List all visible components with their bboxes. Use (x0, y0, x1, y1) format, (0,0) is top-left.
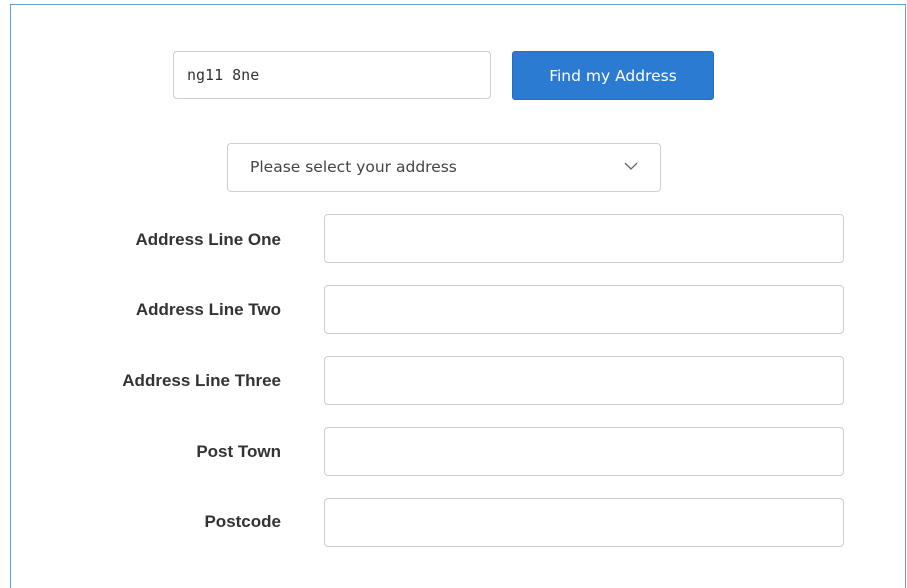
postcode-search-input[interactable] (173, 51, 491, 99)
address-line-one-label: Address Line One (135, 230, 281, 249)
address-line-three-input[interactable] (324, 356, 844, 405)
chevron-down-icon (624, 162, 638, 170)
address-line-two-input[interactable] (324, 285, 844, 334)
find-address-button[interactable]: Find my Address (512, 51, 714, 100)
address-select-value: Please select your address (250, 158, 457, 176)
postcode-label: Postcode (204, 512, 281, 531)
address-line-one-input[interactable] (324, 214, 844, 263)
address-select[interactable]: Please select your address (227, 143, 661, 192)
post-town-input[interactable] (324, 427, 844, 476)
postcode-input[interactable] (324, 498, 844, 547)
address-line-two-label: Address Line Two (135, 300, 281, 319)
post-town-label: Post Town (196, 442, 281, 461)
address-line-three-label: Address Line Three (122, 371, 281, 390)
